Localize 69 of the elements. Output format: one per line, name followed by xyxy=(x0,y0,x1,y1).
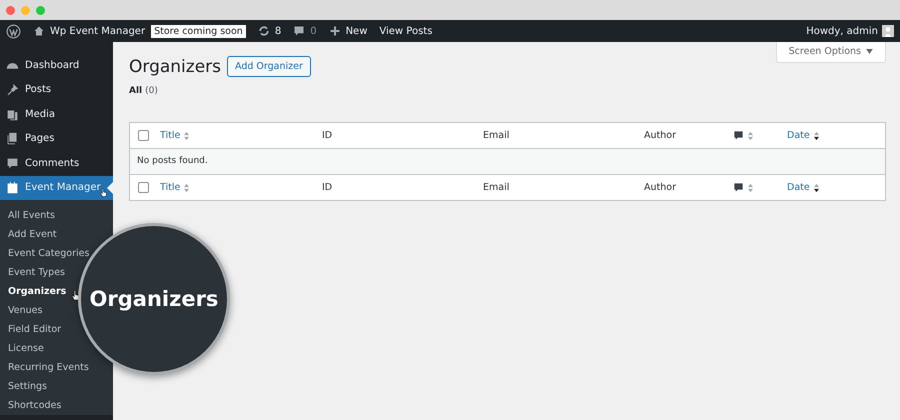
menu-label: Comments xyxy=(25,158,80,168)
sidebar-item[interactable]: Dashboard xyxy=(0,53,113,77)
column-header: Email xyxy=(483,182,510,193)
menu-label: Dashboard xyxy=(25,60,80,70)
comment-icon xyxy=(6,156,19,170)
submenu-item[interactable]: All Events xyxy=(8,210,55,221)
comments-count[interactable]: 0 xyxy=(310,26,317,36)
column-header: Author xyxy=(644,130,676,141)
calendar-icon xyxy=(6,181,19,194)
submenu-item[interactable]: Recurring Events xyxy=(8,362,89,373)
sidebar-item[interactable]: Comments xyxy=(0,151,113,175)
comment-icon[interactable] xyxy=(733,130,744,141)
column-header: Email xyxy=(483,130,510,141)
comment-icon[interactable] xyxy=(293,25,306,37)
refresh-icon[interactable] xyxy=(258,25,270,37)
store-status-badge: Store coming soon xyxy=(151,24,246,38)
sidebar-item[interactable]: Pages xyxy=(0,126,113,150)
column-header-link[interactable]: Date xyxy=(787,130,810,141)
sidebar-item[interactable]: Posts xyxy=(0,78,113,102)
column-header-link[interactable]: Date xyxy=(787,182,810,193)
submenu-item[interactable]: Venues xyxy=(8,305,42,316)
caret-icon xyxy=(866,49,873,54)
select-all-checkbox[interactable] xyxy=(138,130,149,141)
current-menu-pointer-icon xyxy=(107,182,113,194)
pages-icon xyxy=(6,132,19,145)
sidebar-item[interactable]: Event Manager xyxy=(0,176,113,200)
submenu-item[interactable]: Add Event xyxy=(8,229,57,240)
page-title: Organizers xyxy=(129,56,222,76)
magnified-label: Organizers xyxy=(90,287,218,311)
site-name[interactable]: Wp Event Manager xyxy=(50,26,146,36)
updates-count[interactable]: 8 xyxy=(274,26,282,36)
plus-icon[interactable] xyxy=(328,25,341,37)
screen-options-button[interactable]: Screen Options xyxy=(776,42,886,63)
comment-icon[interactable] xyxy=(733,182,744,193)
submenu-item[interactable]: Event Types xyxy=(8,267,66,278)
submenu-item[interactable]: Organizers xyxy=(8,286,66,297)
column-header-link[interactable]: Title xyxy=(160,130,180,141)
add-organizer-button[interactable]: Add Organizer xyxy=(227,56,311,77)
sidebar-item[interactable]: Media xyxy=(0,102,113,126)
submenu-item[interactable]: Shortcodes xyxy=(8,400,62,411)
hand-cursor-icon xyxy=(99,186,108,198)
menu-label: Pages xyxy=(25,133,54,144)
submenu-item[interactable]: Event Categories xyxy=(8,248,90,259)
home-icon[interactable] xyxy=(33,25,45,37)
greeting-link[interactable]: Howdy, admin xyxy=(806,26,878,36)
menu-label: Event Manager xyxy=(25,182,101,193)
submenu-item[interactable]: Settings xyxy=(8,381,47,392)
menu-label: Media xyxy=(25,108,56,120)
column-header: ID xyxy=(322,130,332,141)
media-icon xyxy=(6,108,19,120)
new-link[interactable]: New xyxy=(346,26,368,36)
all-filter-link[interactable]: All xyxy=(129,86,142,96)
minimize-dot[interactable] xyxy=(21,6,30,14)
maximize-dot[interactable] xyxy=(36,6,45,14)
column-header: Author xyxy=(644,182,676,193)
submenu-item[interactable]: Field Editor xyxy=(8,324,62,335)
filter-count: (0) xyxy=(145,86,158,96)
empty-message: No posts found. xyxy=(130,149,885,175)
column-header-link[interactable]: Title xyxy=(160,182,180,193)
pushpin-icon xyxy=(6,83,19,96)
wordpress-logo-icon[interactable] xyxy=(6,24,21,38)
column-header: ID xyxy=(322,182,332,193)
sort-icon[interactable] xyxy=(812,130,820,140)
close-dot[interactable] xyxy=(6,6,15,14)
sort-icon[interactable] xyxy=(812,182,820,192)
view-posts-link[interactable]: View Posts xyxy=(379,26,432,36)
select-all-checkbox[interactable] xyxy=(138,182,149,193)
menu-label: Posts xyxy=(25,84,52,95)
submenu-item[interactable]: License xyxy=(8,343,44,354)
